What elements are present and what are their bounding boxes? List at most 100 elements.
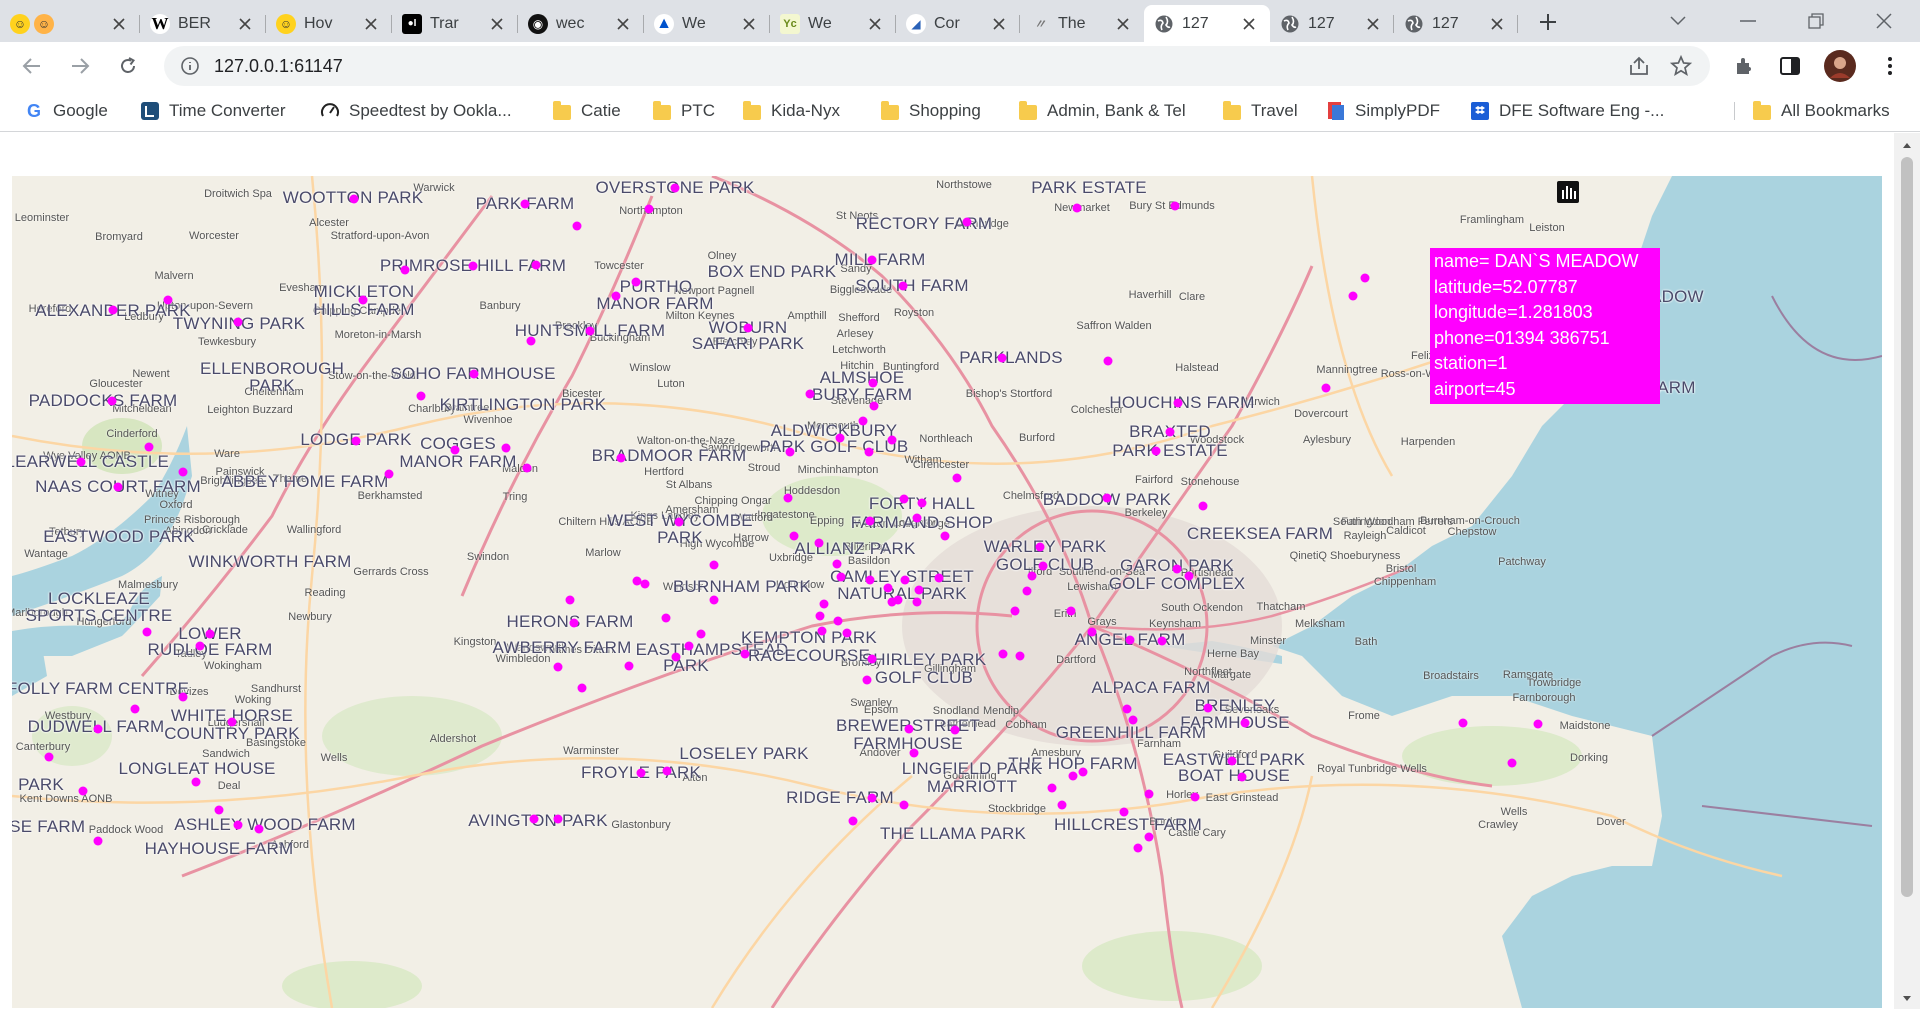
map-marker[interactable] — [214, 805, 224, 815]
reload-button[interactable] — [114, 52, 142, 80]
map-marker[interactable] — [934, 573, 944, 583]
map-marker[interactable] — [254, 824, 264, 834]
map-marker[interactable] — [577, 683, 587, 693]
close-icon[interactable] — [1114, 15, 1132, 33]
bookmark-folder-admin-bank-tel[interactable]: Admin, Bank & Tel — [1018, 99, 1186, 123]
map-marker[interactable] — [950, 725, 960, 735]
map-marker[interactable] — [1157, 636, 1167, 646]
bookmark-speedtest[interactable]: Speedtest by Ookla... — [320, 99, 512, 123]
map-marker[interactable] — [178, 692, 188, 702]
map-marker[interactable] — [522, 463, 532, 473]
map-marker[interactable] — [1360, 273, 1370, 283]
map-marker[interactable] — [585, 326, 595, 336]
bookmark-folder-travel[interactable]: Travel — [1222, 99, 1298, 123]
map-marker[interactable] — [865, 516, 875, 526]
map-marker[interactable] — [142, 627, 152, 637]
map-marker[interactable] — [195, 641, 205, 651]
map-marker[interactable] — [553, 814, 563, 824]
map-marker[interactable] — [531, 260, 541, 270]
close-icon[interactable] — [488, 15, 506, 33]
map-marker[interactable] — [1165, 427, 1175, 437]
map-marker[interactable] — [858, 416, 868, 426]
map-marker[interactable] — [783, 493, 793, 503]
tab-1[interactable]: W BER — [140, 5, 266, 42]
box-select-icon[interactable] — [1558, 181, 1655, 205]
bookmark-folder-catie[interactable]: Catie — [552, 99, 621, 123]
share-icon[interactable] — [1628, 55, 1650, 82]
map-marker[interactable] — [836, 572, 846, 582]
map-marker[interactable] — [887, 597, 897, 607]
map-marker[interactable] — [869, 401, 879, 411]
map-marker[interactable] — [1144, 832, 1154, 842]
map-marker[interactable] — [962, 217, 972, 227]
map-plot[interactable]: LeominsterDroitwich SpaWarwickNorthampto… — [12, 176, 1882, 1008]
map-marker[interactable] — [867, 793, 877, 803]
close-icon[interactable] — [1488, 15, 1506, 33]
map-marker[interactable] — [684, 641, 694, 651]
map-marker[interactable] — [205, 629, 215, 639]
forward-button[interactable] — [66, 52, 94, 80]
map-marker[interactable] — [912, 597, 922, 607]
site-info-icon[interactable] — [180, 56, 200, 81]
map-marker[interactable] — [178, 467, 188, 477]
map-marker[interactable] — [670, 183, 680, 193]
close-icon[interactable] — [362, 15, 380, 33]
map-marker[interactable] — [842, 628, 852, 638]
map-marker[interactable] — [898, 281, 908, 291]
map-marker[interactable] — [1078, 767, 1088, 777]
map-marker[interactable] — [1133, 843, 1143, 853]
map-marker[interactable] — [709, 560, 719, 570]
new-tab-button[interactable] — [1536, 10, 1560, 34]
map-marker[interactable] — [671, 652, 681, 662]
map-marker[interactable] — [912, 513, 922, 523]
extensions-icon[interactable] — [1730, 52, 1758, 80]
bookmark-folder-shopping[interactable]: Shopping — [880, 99, 981, 123]
map-marker[interactable] — [904, 724, 914, 734]
close-icon[interactable] — [110, 15, 128, 33]
map-marker[interactable] — [358, 295, 368, 305]
map-marker[interactable] — [1184, 571, 1194, 581]
map-marker[interactable] — [661, 613, 671, 623]
map-marker[interactable] — [835, 433, 845, 443]
map-marker[interactable] — [1103, 356, 1113, 366]
map-marker[interactable] — [1237, 772, 1247, 782]
map-marker[interactable] — [814, 538, 824, 548]
map-marker[interactable] — [862, 675, 872, 685]
map-marker[interactable] — [1087, 627, 1097, 637]
map-marker[interactable] — [867, 654, 877, 664]
map-marker[interactable] — [917, 498, 927, 508]
map-marker[interactable] — [1010, 606, 1020, 616]
map-marker[interactable] — [569, 618, 579, 628]
map-marker[interactable] — [640, 579, 650, 589]
map-marker[interactable] — [1022, 586, 1032, 596]
map-marker[interactable] — [1203, 703, 1213, 713]
tab-3[interactable]: ●I Trar — [392, 5, 518, 42]
map-marker[interactable] — [785, 447, 795, 457]
map-marker[interactable] — [1198, 501, 1208, 511]
back-button[interactable] — [18, 52, 46, 80]
map-marker[interactable] — [107, 396, 117, 406]
map-marker[interactable] — [1072, 203, 1082, 213]
map-marker[interactable] — [469, 369, 479, 379]
bookmark-dfe-software-eng[interactable]: DFE Software Eng -... — [1470, 99, 1664, 123]
map-marker[interactable] — [616, 453, 626, 463]
map-marker[interactable] — [819, 599, 829, 609]
close-icon[interactable] — [990, 15, 1008, 33]
map-marker[interactable] — [572, 221, 582, 231]
map-marker[interactable] — [1125, 635, 1135, 645]
map-marker[interactable] — [565, 595, 575, 605]
address-bar[interactable]: 127.0.0.1:61147 — [164, 46, 1710, 86]
close-icon[interactable] — [1364, 15, 1382, 33]
map-marker[interactable] — [1068, 771, 1078, 781]
close-icon[interactable] — [614, 15, 632, 33]
map-marker[interactable] — [805, 389, 815, 399]
profile-avatar[interactable] — [1824, 50, 1856, 82]
map-marker[interactable] — [227, 717, 237, 727]
map-marker[interactable] — [1102, 493, 1112, 503]
map-marker[interactable] — [384, 469, 394, 479]
tab-6[interactable]: Yc We — [770, 5, 896, 42]
map-marker[interactable] — [1172, 564, 1182, 574]
tab-10[interactable]: 127 — [1270, 5, 1394, 42]
map-marker[interactable] — [163, 295, 173, 305]
map-marker[interactable] — [1038, 561, 1048, 571]
